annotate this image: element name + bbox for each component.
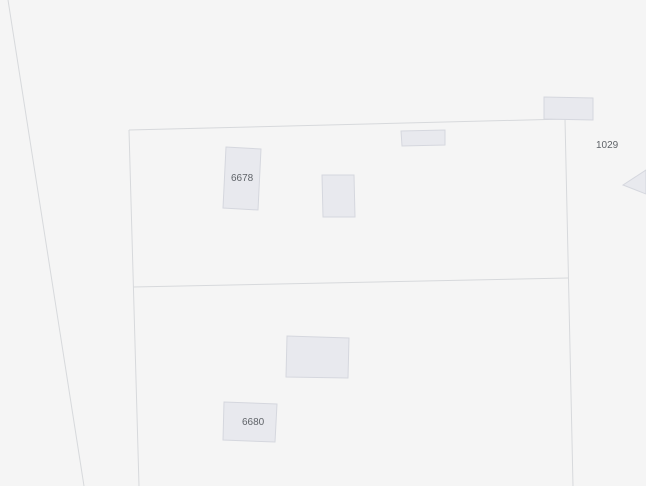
parcel-right-line: [564, 118, 574, 486]
parcel-left-line: [128, 129, 140, 486]
parcel-divider-line: [132, 277, 569, 288]
parcel-top-line: [128, 118, 566, 131]
building-footprint[interactable]: [321, 174, 356, 218]
building-footprint-edge[interactable]: [621, 169, 646, 195]
building-footprint[interactable]: [400, 129, 446, 147]
building-footprint[interactable]: [285, 335, 350, 379]
address-label-1029: 1029: [596, 140, 619, 151]
building-label-6678: 6678: [231, 173, 254, 184]
road-edge-line: [7, 0, 85, 486]
building-label-6680: 6680: [242, 417, 265, 428]
building-footprint[interactable]: [543, 96, 594, 121]
map-layer: [7, 0, 646, 486]
map-canvas[interactable]: 6678 6680 1029: [0, 0, 646, 486]
